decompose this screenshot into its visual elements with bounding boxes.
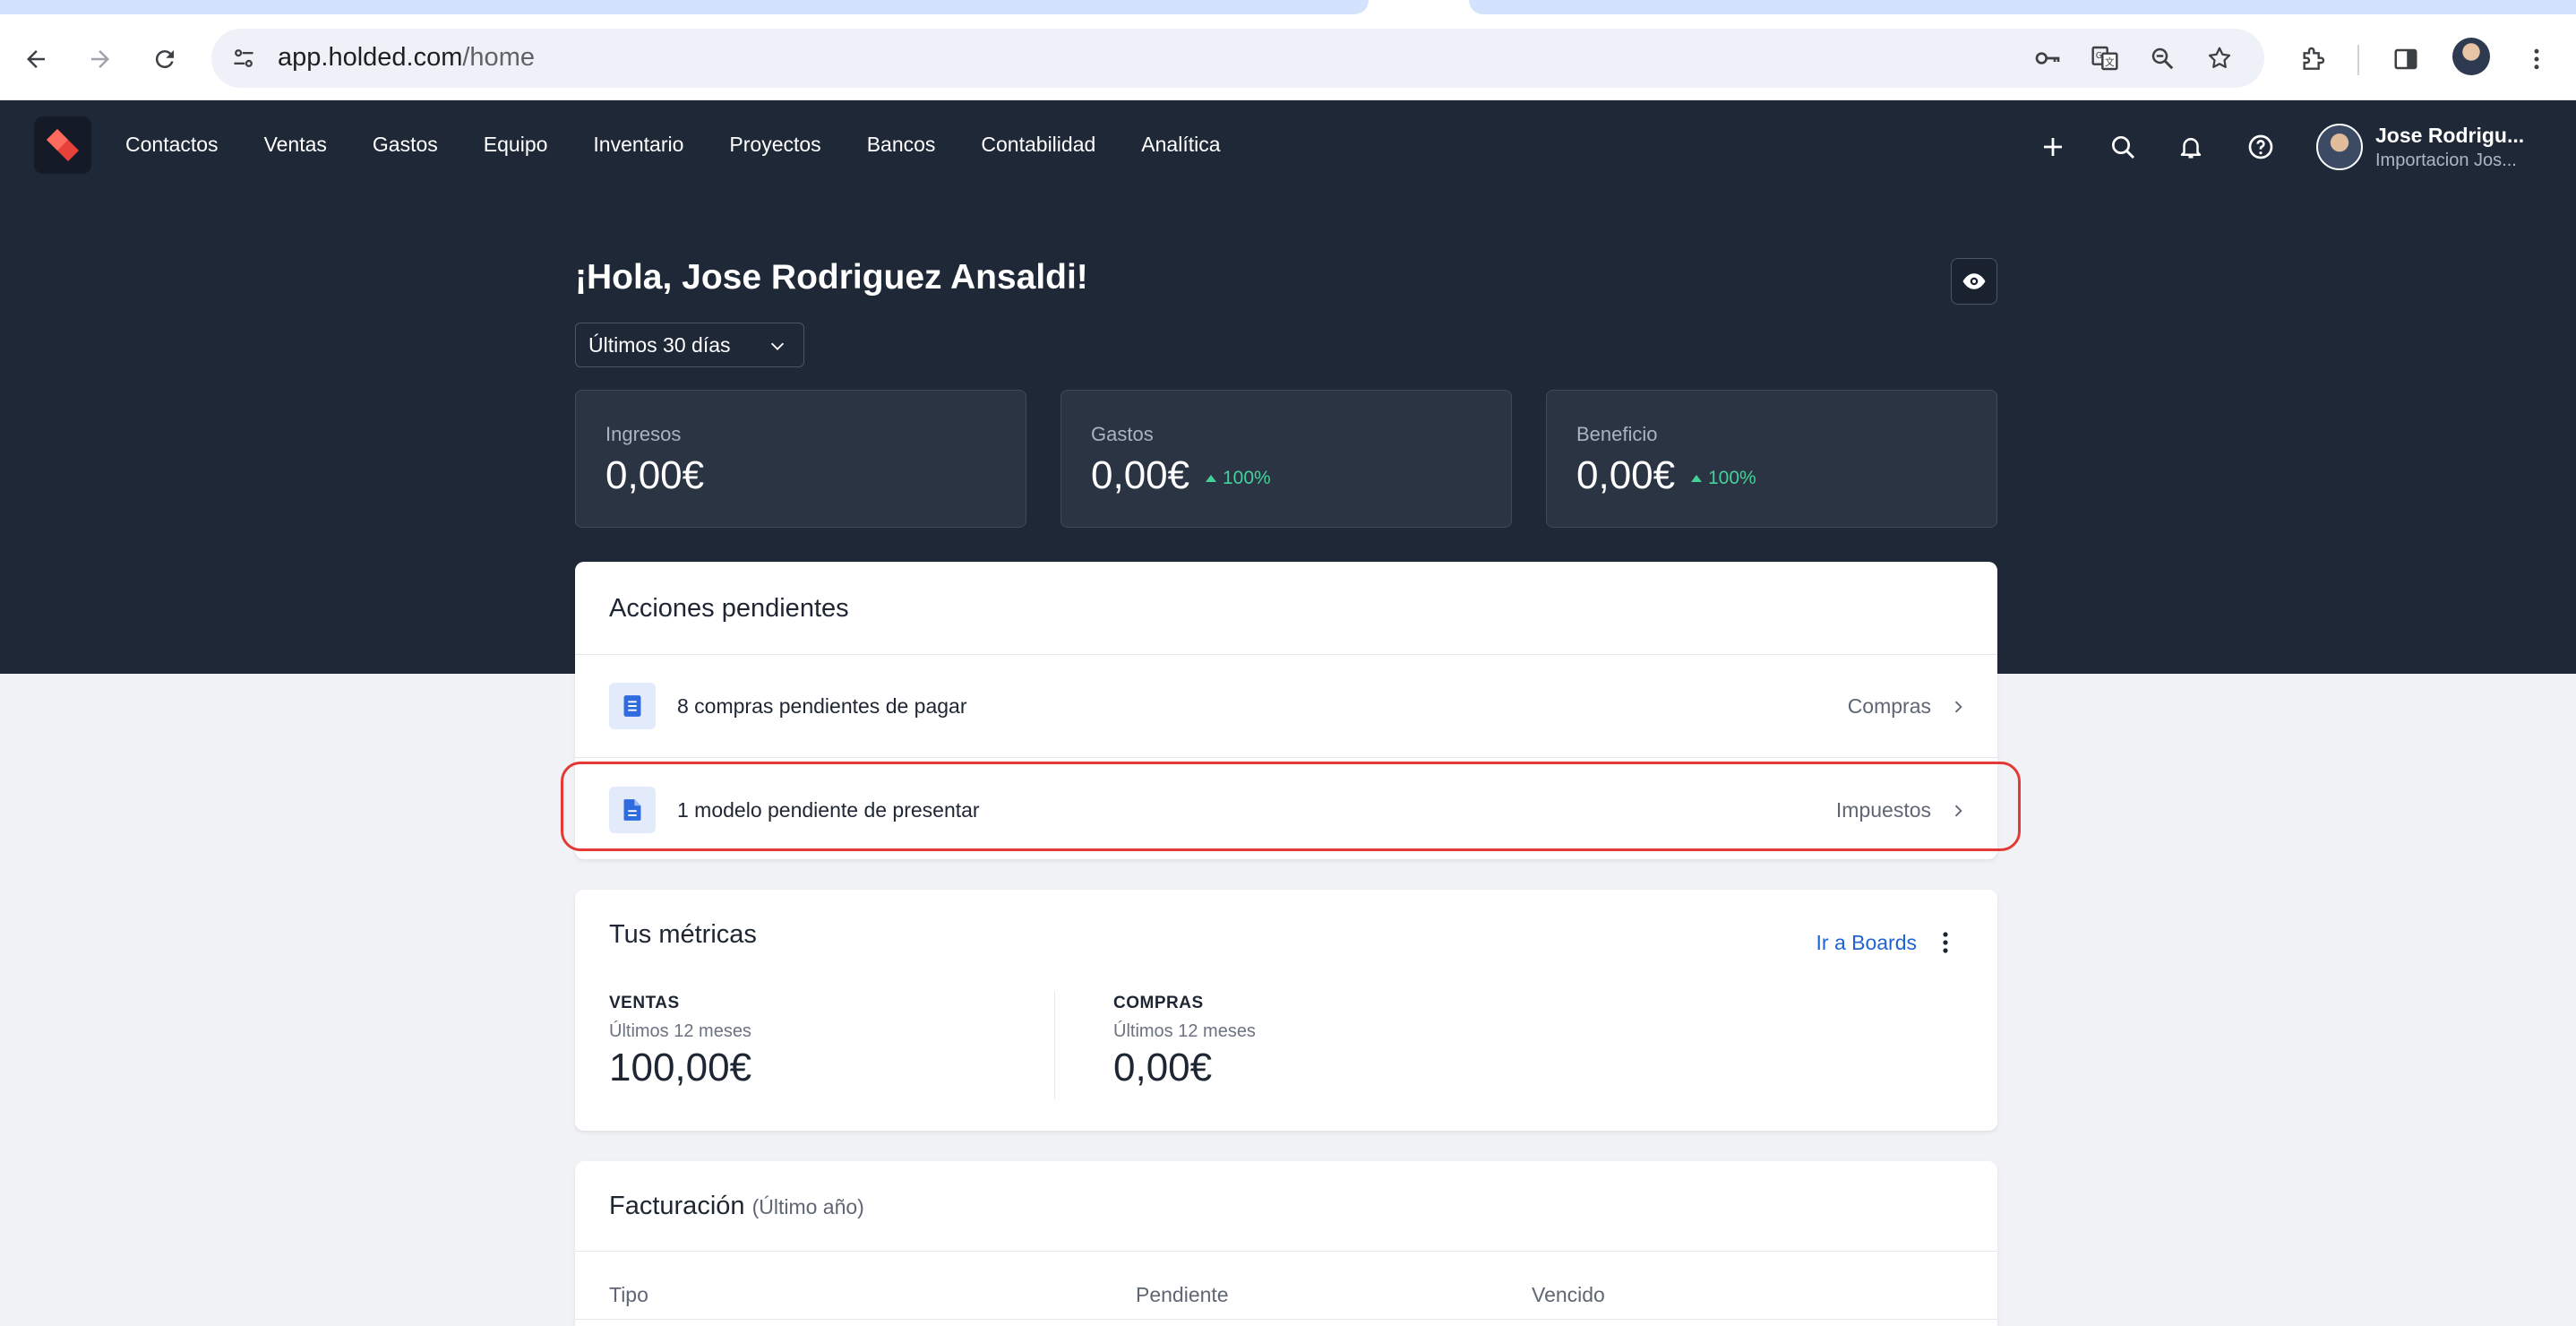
search-icon[interactable] — [2103, 127, 2142, 167]
stat-card-gastos[interactable]: Gastos 0,00€ 100% — [1060, 390, 1512, 528]
nav-inventario[interactable]: Inventario — [593, 133, 683, 157]
stat-label: Gastos — [1091, 423, 1154, 445]
more-options-icon[interactable] — [1935, 929, 1956, 956]
extensions-icon[interactable] — [2293, 39, 2332, 79]
pending-actions-title: Acciones pendientes — [609, 594, 849, 623]
eye-icon — [1962, 273, 1986, 289]
nav-contabilidad[interactable]: Contabilidad — [981, 133, 1095, 157]
reload-icon[interactable] — [145, 39, 185, 79]
metric-divider — [1054, 992, 1055, 1099]
user-name[interactable]: Jose Rodrigu... — [2375, 124, 2524, 148]
metrics-title: Tus métricas — [609, 920, 757, 949]
column-header-tipo[interactable]: Tipo — [609, 1283, 648, 1307]
metric-purchases-value: 0,00€ — [1113, 1046, 1213, 1089]
svg-text:文: 文 — [2105, 56, 2115, 68]
stat-delta: 100% — [1690, 468, 1756, 489]
metrics-card: Tus métricas Ir a Boards VENTAS Últimos … — [575, 890, 1997, 1131]
column-header-vencido[interactable]: Vencido — [1532, 1283, 1605, 1307]
user-company[interactable]: Importacion Jos... — [2375, 151, 2517, 171]
highlight-annotation — [561, 762, 2021, 851]
holded-logo[interactable] — [34, 116, 91, 174]
divider — [575, 1251, 1997, 1252]
app-navbar: Contactos Ventas Gastos Equipo Inventari… — [0, 100, 2576, 194]
browser-tabstrip — [0, 0, 2576, 16]
period-select-value: Últimos 30 días — [588, 332, 731, 357]
nav-equipo[interactable]: Equipo — [484, 133, 548, 157]
help-icon[interactable] — [2241, 127, 2280, 167]
chevron-down-icon — [770, 342, 785, 350]
browser-profile-avatar[interactable] — [2452, 38, 2490, 75]
metric-sales-head: VENTAS — [609, 994, 680, 1012]
url-text: app.holded.com/home — [278, 43, 535, 72]
page-title: ¡Hola, Jose Rodriguez Ansaldi! — [575, 258, 1088, 297]
browser-tab[interactable] — [0, 0, 1369, 14]
stat-delta: 100% — [1205, 468, 1271, 489]
site-settings-icon[interactable] — [224, 39, 263, 78]
user-avatar[interactable] — [2316, 124, 2363, 170]
nav-ventas[interactable]: Ventas — [264, 133, 327, 157]
side-panel-icon[interactable] — [2386, 39, 2426, 79]
svg-text:G: G — [2096, 51, 2102, 61]
document-icon — [609, 683, 656, 729]
add-icon[interactable] — [2033, 127, 2073, 167]
browser-toolbar: app.holded.com/home 文G — [0, 16, 2576, 100]
translate-icon[interactable]: 文G — [2085, 39, 2125, 78]
stat-value: 0,00€ — [1576, 453, 1676, 497]
zoom-icon[interactable] — [2142, 39, 2182, 78]
pending-row-link[interactable]: Compras — [1848, 694, 1931, 719]
stat-value: 0,00€ — [1091, 453, 1190, 497]
arrow-up-icon — [1691, 475, 1702, 482]
billing-card: Facturación (Último año) Tipo Pendiente … — [575, 1161, 1997, 1326]
nav-proyectos[interactable]: Proyectos — [729, 133, 820, 157]
metric-purchases-period: Últimos 12 meses — [1113, 1021, 1256, 1041]
metric-purchases-head: COMPRAS — [1113, 994, 1204, 1012]
nav-contactos[interactable]: Contactos — [125, 133, 219, 157]
nav-bancos[interactable]: Bancos — [867, 133, 936, 157]
back-icon[interactable] — [16, 39, 56, 79]
nav-analitica[interactable]: Analítica — [1141, 133, 1220, 157]
arrow-up-icon — [1206, 475, 1216, 482]
chevron-right-icon — [1947, 696, 1969, 718]
main-nav: Contactos Ventas Gastos Equipo Inventari… — [125, 133, 1267, 157]
stat-label: Ingresos — [605, 423, 682, 445]
divider — [575, 1319, 1997, 1320]
browser-menu-icon[interactable] — [2517, 39, 2556, 79]
stat-value: 0,00€ — [605, 453, 705, 497]
address-bar[interactable]: app.holded.com/home 文G — [211, 29, 2264, 88]
metric-sales-period: Últimos 12 meses — [609, 1021, 751, 1041]
toggle-visibility-button[interactable] — [1951, 258, 1997, 305]
billing-subtitle: (Último año) — [751, 1195, 864, 1218]
column-header-pendiente[interactable]: Pendiente — [1136, 1283, 1229, 1307]
pending-row-compras[interactable]: 8 compras pendientes de pagar Compras — [575, 655, 1997, 757]
stat-card-ingresos[interactable]: Ingresos 0,00€ — [575, 390, 1026, 528]
go-to-boards-link[interactable]: Ir a Boards — [1816, 931, 1918, 955]
bookmark-star-icon[interactable] — [2200, 39, 2239, 78]
key-icon[interactable] — [2028, 39, 2067, 78]
nav-gastos[interactable]: Gastos — [373, 133, 438, 157]
period-select[interactable]: Últimos 30 días — [575, 323, 804, 367]
forward-icon[interactable] — [81, 39, 120, 79]
bell-icon[interactable] — [2171, 127, 2211, 167]
stat-card-beneficio[interactable]: Beneficio 0,00€ 100% — [1546, 390, 1997, 528]
metric-sales-value: 100,00€ — [609, 1046, 752, 1089]
toolbar-separator — [2357, 45, 2359, 75]
stat-label: Beneficio — [1576, 423, 1658, 445]
billing-title: Facturación (Último año) — [609, 1192, 864, 1220]
pending-row-text: 8 compras pendientes de pagar — [677, 694, 967, 718]
browser-tab[interactable] — [1469, 0, 2576, 14]
